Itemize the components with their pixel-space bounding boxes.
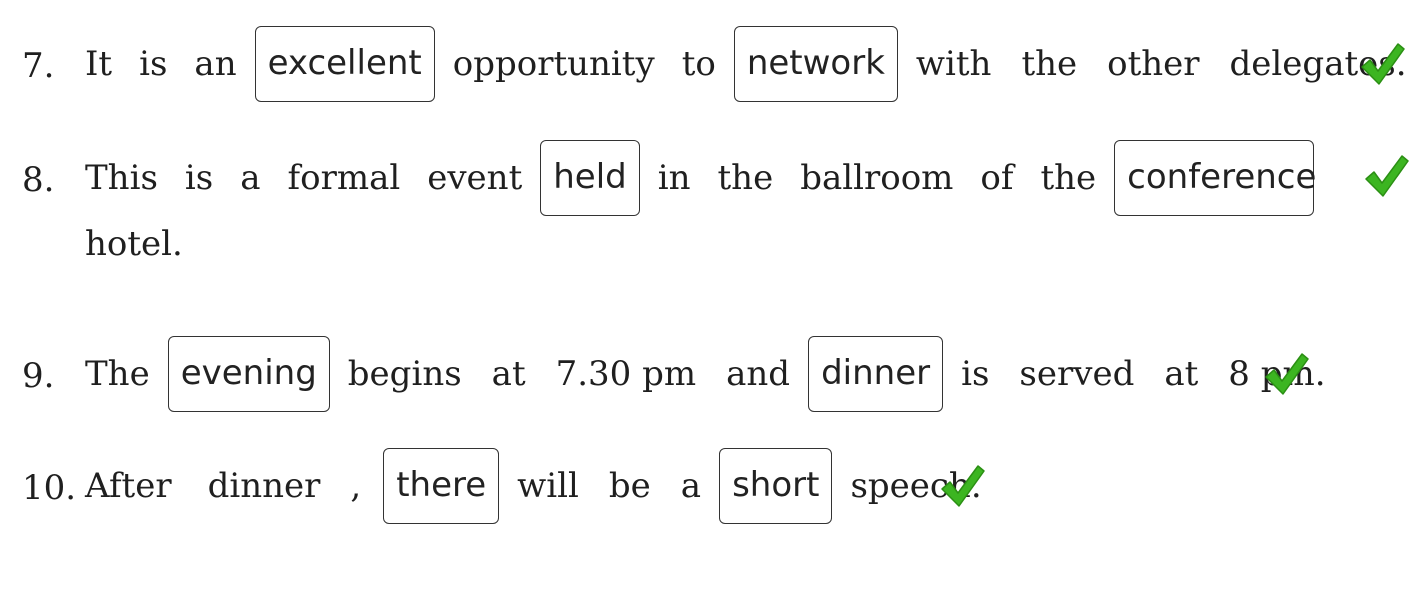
check-icon [1362, 152, 1410, 200]
answer-box[interactable]: dinner [808, 336, 944, 412]
word: and [726, 354, 791, 394]
exercise-page: 7. It is an excellent opportunity to net… [0, 0, 1422, 600]
check-icon [1358, 40, 1406, 88]
question-number: 10. [22, 468, 77, 508]
word: the [1040, 158, 1097, 198]
word: an [194, 44, 237, 84]
word: begins [347, 354, 462, 394]
word: The [85, 354, 150, 394]
word: with [915, 44, 992, 84]
word: is [139, 44, 168, 84]
word: is [184, 158, 214, 198]
answer-box[interactable]: held [540, 140, 640, 216]
word: of [980, 158, 1014, 198]
answer-box[interactable]: excellent [254, 26, 435, 102]
word: After [85, 466, 172, 506]
answer-box[interactable]: there [383, 448, 500, 524]
word: formal [287, 158, 401, 198]
word: at [1164, 354, 1199, 394]
question-number: 7. [22, 46, 55, 86]
question-number: 9. [22, 356, 55, 396]
word: to [681, 44, 716, 84]
answer-box[interactable]: network [733, 26, 898, 102]
word: a [240, 158, 261, 198]
word: a [680, 466, 702, 506]
word: will [517, 466, 579, 506]
answer-box[interactable]: short [719, 448, 833, 524]
word: the [1021, 44, 1078, 84]
check-icon [938, 462, 986, 510]
word: is [961, 354, 990, 394]
answer-box[interactable]: conference [1114, 140, 1316, 216]
word: dinner [207, 466, 321, 506]
word: be [608, 466, 651, 506]
answer-box[interactable]: evening [167, 336, 330, 412]
word: It [85, 44, 113, 84]
word: hotel. [85, 224, 183, 264]
word: event [427, 158, 523, 198]
word: opportunity [452, 44, 655, 84]
word: 7.30 pm [555, 354, 697, 394]
word: the [717, 158, 774, 198]
word: other [1107, 44, 1200, 84]
word: This [85, 158, 158, 198]
word: , [350, 466, 362, 506]
check-icon [1262, 350, 1310, 398]
word: served [1019, 354, 1135, 394]
word: in [657, 158, 691, 198]
question-number: 8. [22, 160, 55, 200]
word: ballroom [800, 158, 954, 198]
word: at [491, 354, 526, 394]
